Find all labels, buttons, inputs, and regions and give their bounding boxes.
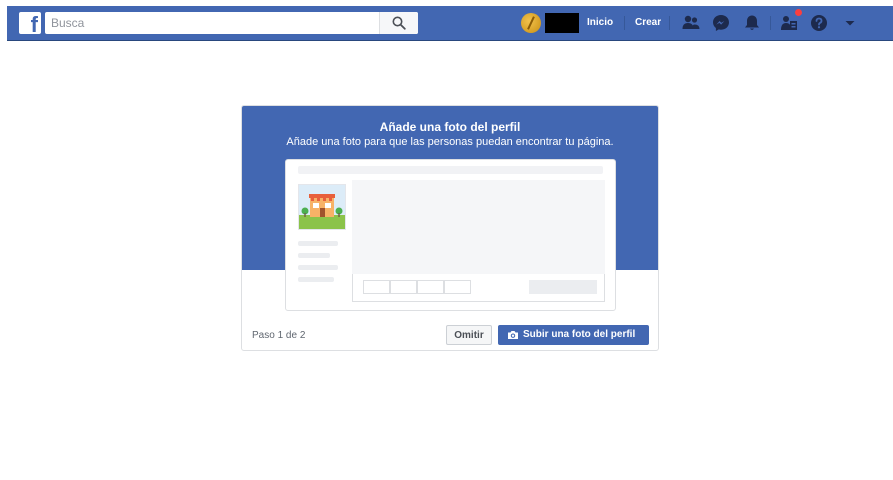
upload-profile-photo-button[interactable]: Subir una foto del perfil bbox=[498, 325, 649, 345]
skip-button[interactable]: Omitir bbox=[446, 325, 492, 345]
nav-divider bbox=[669, 16, 670, 30]
dialog-title: Añade una foto del perfil bbox=[379, 120, 521, 134]
preview-tab bbox=[417, 280, 444, 294]
step-indicator: Paso 1 de 2 bbox=[252, 330, 306, 341]
help-icon[interactable] bbox=[810, 14, 828, 32]
preview-text-line bbox=[298, 277, 334, 282]
preview-profile-photo bbox=[298, 184, 346, 230]
storefront-icon bbox=[299, 185, 345, 229]
preview-topbar bbox=[298, 166, 603, 174]
upload-button-label: Subir una foto del perfil bbox=[523, 329, 636, 340]
dialog-subtitle: Añade una foto para que las personas pue… bbox=[286, 136, 614, 148]
notifications-icon[interactable] bbox=[743, 14, 761, 32]
preview-text-line bbox=[298, 253, 330, 258]
notification-badge bbox=[795, 9, 802, 16]
preview-tab-bar bbox=[352, 274, 605, 302]
preview-text-line bbox=[298, 265, 338, 270]
preview-cover-area bbox=[352, 180, 605, 274]
search-icon bbox=[392, 16, 406, 30]
preview-tab bbox=[444, 280, 471, 294]
search-input[interactable] bbox=[45, 12, 380, 34]
preview-tab bbox=[390, 280, 417, 294]
profile-name-redacted[interactable] bbox=[545, 13, 579, 33]
caret-down-icon[interactable] bbox=[841, 14, 859, 32]
friend-requests-icon[interactable] bbox=[682, 14, 700, 32]
preview-action-button bbox=[529, 280, 597, 294]
preview-tab bbox=[363, 280, 390, 294]
camera-icon bbox=[508, 331, 518, 339]
messenger-icon[interactable] bbox=[712, 14, 730, 32]
add-profile-photo-dialog: Añade una foto del perfil Añade una foto… bbox=[241, 105, 659, 351]
page-preview-illustration bbox=[285, 159, 616, 311]
search-box bbox=[45, 12, 418, 34]
search-button[interactable] bbox=[379, 12, 418, 34]
facebook-logo-icon[interactable]: f bbox=[19, 12, 41, 36]
nav-divider bbox=[624, 16, 625, 30]
nav-divider bbox=[770, 16, 771, 30]
nav-create-link[interactable]: Crear bbox=[635, 16, 661, 30]
avatar[interactable] bbox=[521, 13, 541, 33]
top-navigation-bar: f Inicio Crear bbox=[7, 6, 893, 41]
preview-text-line bbox=[298, 241, 338, 246]
nav-home-link[interactable]: Inicio bbox=[587, 16, 613, 30]
pages-icon[interactable] bbox=[780, 14, 798, 32]
